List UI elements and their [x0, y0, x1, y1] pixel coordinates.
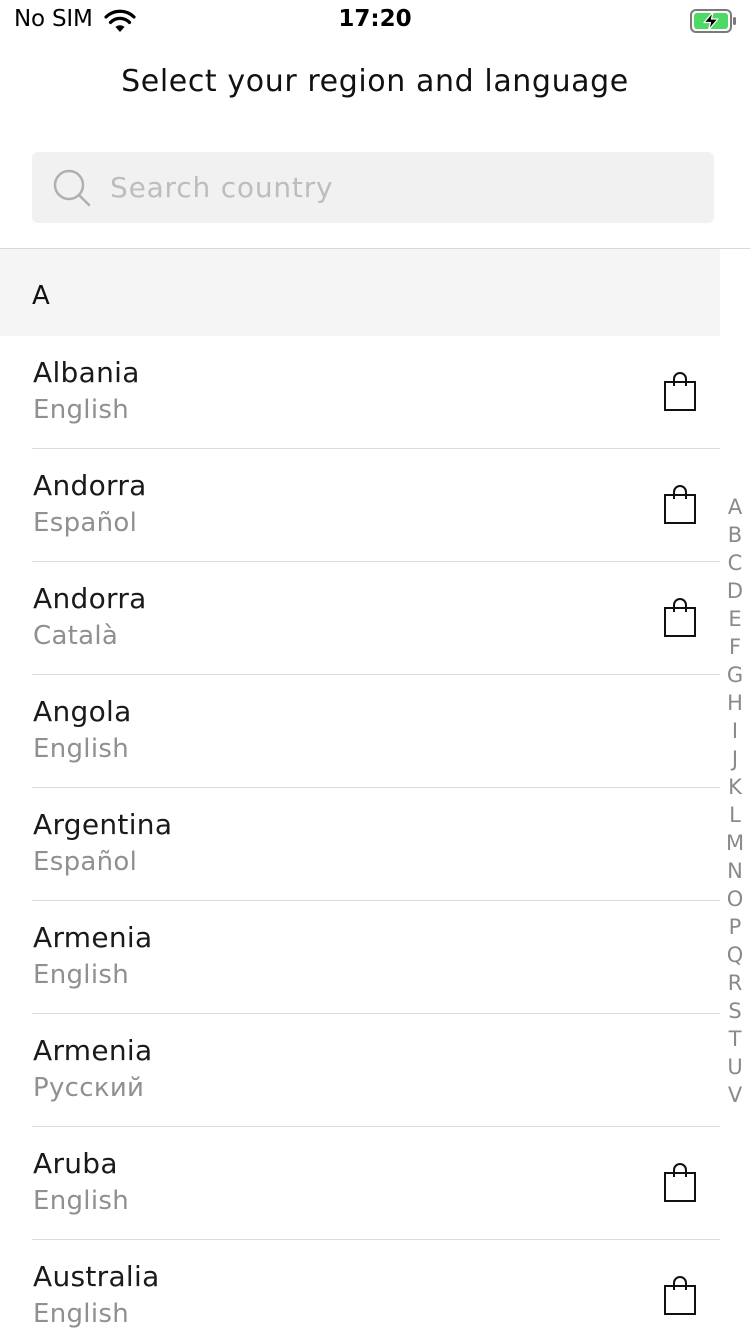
- country-name: Albania: [33, 356, 140, 389]
- country-language: Català: [33, 621, 119, 651]
- section-letter: A: [32, 281, 50, 311]
- index-letter[interactable]: B: [720, 521, 750, 549]
- index-letter[interactable]: S: [720, 997, 750, 1025]
- search-bar[interactable]: [32, 152, 714, 223]
- index-letter[interactable]: J: [720, 745, 750, 773]
- index-letter[interactable]: A: [720, 493, 750, 521]
- shopping-bag-icon: [663, 598, 697, 638]
- page-title: Select your region and language: [121, 64, 629, 99]
- index-letter[interactable]: G: [720, 661, 750, 689]
- index-letter[interactable]: P: [720, 913, 750, 941]
- country-row[interactable]: Australia English: [32, 1240, 720, 1334]
- country-language: Русский: [33, 1073, 145, 1103]
- index-letter[interactable]: L: [720, 801, 750, 829]
- country-language: Español: [33, 847, 138, 877]
- country-name: Armenia: [33, 921, 153, 954]
- index-letter[interactable]: C: [720, 549, 750, 577]
- index-letter[interactable]: D: [720, 577, 750, 605]
- country-row[interactable]: Angola English: [32, 675, 720, 788]
- country-row[interactable]: Andorra Català: [32, 562, 720, 675]
- search-icon: [53, 169, 91, 207]
- country-language: English: [33, 734, 129, 764]
- index-letter[interactable]: F: [720, 633, 750, 661]
- country-row[interactable]: Andorra Español: [32, 449, 720, 562]
- shopping-bag-icon: [663, 1276, 697, 1316]
- index-letter[interactable]: Q: [720, 941, 750, 969]
- country-row[interactable]: Albania English: [32, 336, 720, 449]
- search-input[interactable]: [110, 152, 690, 223]
- status-time: 17:20: [338, 6, 412, 32]
- country-name: Armenia: [33, 1034, 153, 1067]
- country-name: Aruba: [33, 1147, 118, 1180]
- shopping-bag-icon: [663, 485, 697, 525]
- index-letter[interactable]: E: [720, 605, 750, 633]
- index-letter[interactable]: M: [720, 829, 750, 857]
- section-header: A: [0, 249, 720, 336]
- status-bar: No SIM 17:20: [0, 0, 750, 40]
- country-language: English: [33, 395, 129, 425]
- shopping-bag-icon: [663, 1163, 697, 1203]
- country-row[interactable]: Armenia English: [32, 901, 720, 1014]
- country-row[interactable]: Argentina Español: [32, 788, 720, 901]
- country-name: Australia: [33, 1260, 160, 1293]
- country-name: Argentina: [33, 808, 173, 841]
- country-name: Angola: [33, 695, 132, 728]
- country-language: Español: [33, 508, 138, 538]
- country-row[interactable]: Aruba English: [32, 1127, 720, 1240]
- index-letter[interactable]: O: [720, 885, 750, 913]
- battery-charging-icon: [690, 9, 736, 33]
- alphabet-index[interactable]: ABCDEFGHIJKLMNOPQRSTUV: [720, 493, 750, 1109]
- index-letter[interactable]: T: [720, 1025, 750, 1053]
- country-list[interactable]: A Albania English Andorra Español Andorra Cata…: [0, 249, 720, 1334]
- index-letter[interactable]: H: [720, 689, 750, 717]
- index-letter[interactable]: I: [720, 717, 750, 745]
- index-letter[interactable]: U: [720, 1053, 750, 1081]
- country-language: English: [33, 960, 129, 990]
- country-name: Andorra: [33, 582, 147, 615]
- country-language: English: [33, 1186, 129, 1216]
- index-letter[interactable]: V: [720, 1081, 750, 1109]
- index-letter[interactable]: N: [720, 857, 750, 885]
- country-language: English: [33, 1299, 129, 1329]
- country-name: Andorra: [33, 469, 147, 502]
- index-letter[interactable]: K: [720, 773, 750, 801]
- shopping-bag-icon: [663, 372, 697, 412]
- country-row[interactable]: Armenia Русский: [32, 1014, 720, 1127]
- index-letter[interactable]: R: [720, 969, 750, 997]
